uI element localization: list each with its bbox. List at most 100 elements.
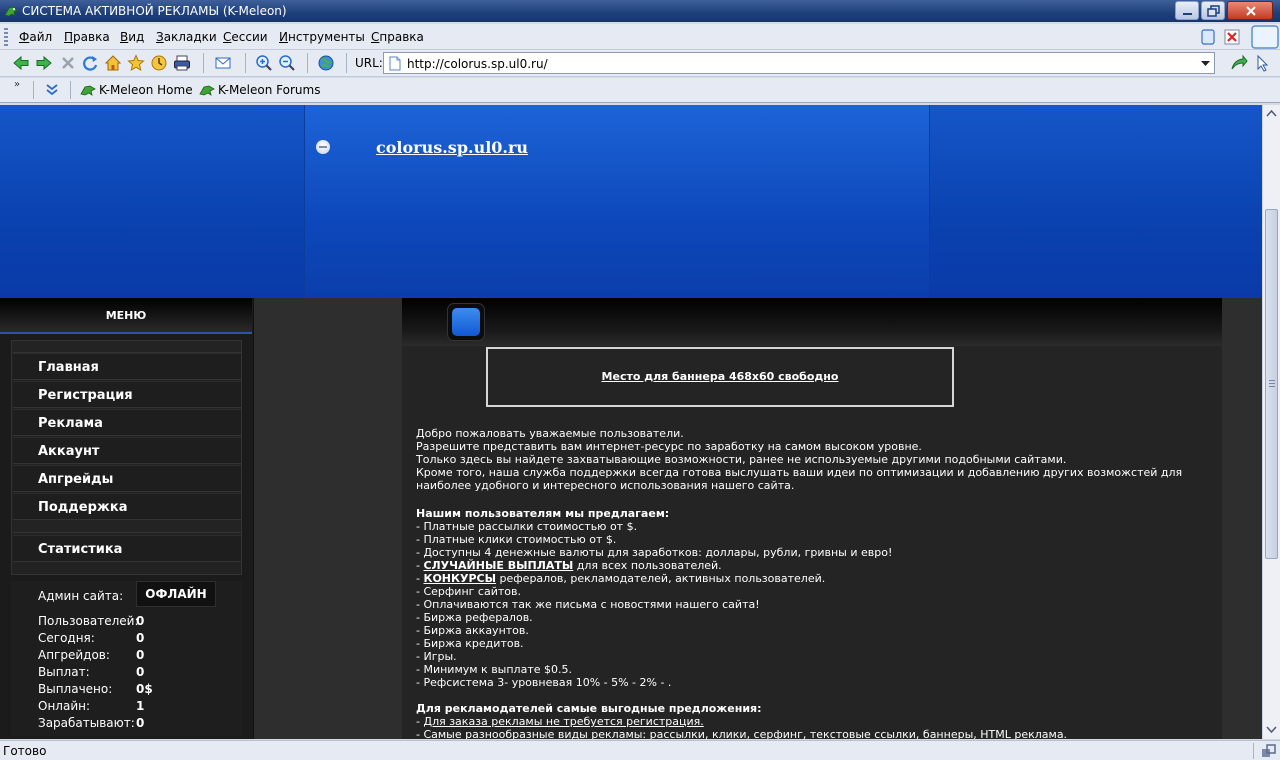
toolbar-separator	[70, 81, 71, 99]
nav-spacer	[13, 521, 241, 533]
minimize-icon	[1183, 13, 1192, 15]
nav-item-registration[interactable]: Регистрация	[13, 381, 241, 408]
vertical-scrollbar[interactable]	[1262, 105, 1280, 739]
contests-link[interactable]: КОНКУРСЫ	[423, 572, 496, 585]
scrollbar-thumb[interactable]	[1265, 209, 1278, 559]
nav-item-statistics[interactable]: Статистика	[13, 535, 241, 562]
nav-item-label: Аккаунт	[38, 444, 100, 459]
menu-bookmarks[interactable]: Закладки	[156, 30, 217, 44]
site-title-link[interactable]: colorus.sp.ul0.ru	[376, 138, 528, 157]
globe-icon[interactable]	[317, 54, 335, 72]
nav-item-label: Регистрация	[38, 388, 133, 403]
maximize-button[interactable]	[1201, 1, 1225, 20]
toolbar-overflow-chevron[interactable]: »	[14, 79, 20, 90]
list-item: - Оплачиваются так же письма с новостями…	[416, 598, 760, 611]
list-item-text: для всех пользователей.	[573, 559, 722, 572]
menu-file[interactable]: Файл	[19, 30, 52, 44]
nav-item-label: Реклама	[38, 416, 103, 431]
toolbar-separator	[203, 53, 204, 73]
nav-item-advertising[interactable]: Реклама	[13, 409, 241, 436]
status-text: Готово	[3, 744, 47, 758]
scroll-down-icon[interactable]	[1264, 721, 1279, 737]
users-heading: Нашим пользователям мы предлагаем:	[416, 507, 669, 520]
cursor-icon[interactable]	[1254, 54, 1272, 72]
list-item: - Рефсистема 3- уровневая 10% - 5% - 2% …	[416, 676, 672, 689]
site-logo-bullet-icon	[316, 140, 330, 154]
stat-label-paid: Выплачено:	[38, 682, 113, 696]
intro-line: Разрешите представить вам интернет-ресур…	[416, 440, 922, 453]
no-registration-link[interactable]: Для заказа рекламы не требуется регистра…	[423, 715, 703, 728]
mail-icon[interactable]	[214, 54, 232, 72]
sidebar: МЕНЮ Главная Регистрация Реклама Аккаунт…	[0, 298, 254, 739]
menu-edit[interactable]: Правка	[64, 30, 110, 44]
layout-icon[interactable]	[1199, 27, 1217, 47]
statusbar-separator	[1253, 743, 1254, 759]
random-payouts-link[interactable]: СЛУЧАЙНЫЕ ВЫПЛАТЫ	[423, 559, 573, 572]
history-clock-icon[interactable]	[150, 54, 168, 72]
list-item: - Доступны 4 денежные валюты для заработ…	[416, 546, 893, 559]
stat-value-users: 0	[136, 614, 145, 628]
page-viewport: colorus.sp.ul0.ru МЕНЮ Главная Регистрац…	[0, 105, 1262, 739]
stat-label-users: Пользователей:	[38, 614, 139, 628]
forward-icon[interactable]	[35, 54, 53, 72]
dropdown-arrow-icon[interactable]	[1201, 61, 1210, 67]
stat-label-online: Онлайн:	[38, 699, 91, 713]
menu-tools-label: нструменты	[287, 30, 365, 44]
stat-value-online: 1	[136, 699, 145, 713]
menu-edit-key: П	[64, 30, 74, 44]
toolbar-separator	[245, 53, 246, 73]
bookmark-star-icon[interactable]	[127, 54, 145, 72]
url-text[interactable]: http://colorus.sp.ul0.ru/	[407, 57, 548, 71]
go-arrow-icon[interactable]	[1230, 54, 1248, 72]
menu-tools-key: И	[279, 30, 288, 44]
header-banner-right	[930, 105, 1262, 298]
menu-sessions[interactable]: Сессии	[223, 30, 268, 44]
menu-tools[interactable]: Инструменты	[279, 30, 365, 44]
stop-icon[interactable]	[59, 54, 77, 72]
nav-item-account[interactable]: Аккаунт	[13, 437, 241, 464]
k-meleon-bookmark-icon	[199, 85, 215, 96]
header-banner	[304, 105, 930, 298]
security-icon[interactable]	[1260, 743, 1276, 759]
list-item: - Платные клики стоимостью от $.	[416, 533, 617, 546]
stat-label-upgrades: Апгрейдов:	[38, 648, 110, 662]
zoom-in-icon[interactable]	[255, 54, 273, 72]
close-button[interactable]	[1227, 1, 1273, 20]
home-icon[interactable]	[104, 54, 122, 72]
reload-icon[interactable]	[81, 54, 99, 72]
nav-item-support[interactable]: Поддержка	[13, 493, 241, 520]
toolbar-separator	[33, 81, 34, 99]
menu-bar: Файл Правка Вид Закладки Сессии Инструме…	[0, 24, 1280, 50]
list-item: - Для заказа рекламы не требуется регист…	[416, 715, 704, 728]
close-page-icon[interactable]	[1222, 27, 1242, 47]
menu-help[interactable]: Справка	[371, 30, 424, 44]
nav-item-label: Статистика	[38, 542, 123, 557]
print-icon[interactable]	[173, 54, 191, 72]
minimize-button[interactable]	[1175, 1, 1199, 20]
url-label: URL:	[355, 56, 383, 70]
list-item: - Игры.	[416, 650, 457, 663]
stat-value-paid: 0$	[136, 682, 153, 696]
nav-item-upgrades[interactable]: Апгрейды	[13, 465, 241, 492]
url-field[interactable]: http://colorus.sp.ul0.ru/	[383, 52, 1215, 74]
ad-banner-slot[interactable]: Место для баннера 468x60 свободно	[486, 347, 954, 407]
bookmark-k-meleon-forums[interactable]: K-Meleon Forums	[218, 83, 320, 97]
menu-heading-label: МЕНЮ	[105, 309, 147, 322]
bookmarks-menu-icon[interactable]	[44, 82, 60, 98]
nav-item-label: Главная	[38, 360, 99, 375]
menu-heading: МЕНЮ	[0, 298, 252, 334]
scroll-up-icon[interactable]	[1264, 106, 1279, 122]
close-icon	[1246, 6, 1256, 16]
list-item: - Самые разнообразные виды рекламы: расс…	[416, 728, 1068, 739]
intro-line: Добро пожаловать уважаемые пользователи.	[416, 427, 684, 440]
menubar-grip[interactable]	[4, 28, 8, 46]
admin-label: Админ сайта:	[38, 589, 124, 603]
back-icon[interactable]	[12, 54, 30, 72]
menu-sessions-label: ессии	[231, 30, 268, 44]
menu-view[interactable]: Вид	[120, 30, 144, 44]
zoom-out-icon[interactable]	[278, 54, 296, 72]
intro-line: наиболее удобного и интересного использо…	[416, 479, 795, 492]
bookmark-k-meleon-home[interactable]: K-Meleon Home	[99, 83, 193, 97]
ad-banner-link[interactable]: Место для баннера 468x60 свободно	[488, 370, 952, 383]
nav-item-home[interactable]: Главная	[13, 353, 241, 380]
